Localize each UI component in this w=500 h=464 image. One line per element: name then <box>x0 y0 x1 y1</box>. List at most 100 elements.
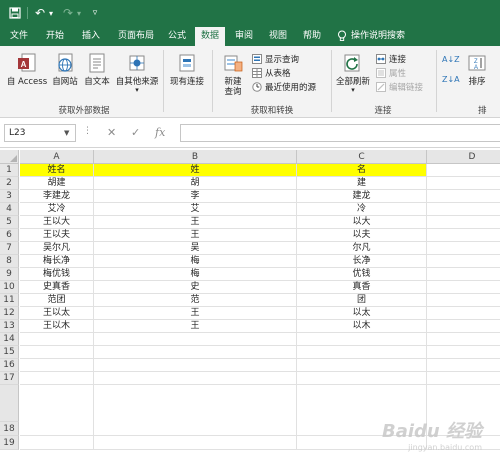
existing-connections-button[interactable]: 现有连接 <box>167 50 207 87</box>
cell-b18[interactable] <box>94 422 297 436</box>
cell-d11[interactable] <box>427 294 500 307</box>
from-access-button[interactable]: A 自 Access <box>6 50 48 87</box>
cell-b19[interactable] <box>94 436 297 450</box>
recent-sources-button[interactable]: 最近使用的源 <box>252 81 316 93</box>
from-text-button[interactable]: 自文本 <box>82 50 112 87</box>
tab-file[interactable]: 文件 <box>4 26 34 46</box>
redo-icon[interactable]: ↷ <box>61 3 75 23</box>
row-header[interactable]: 15 <box>0 346 19 359</box>
cell-c17[interactable] <box>297 372 427 385</box>
row-header[interactable]: 6 <box>0 229 19 242</box>
cell-c13[interactable]: 以木 <box>297 320 427 333</box>
cell-c15[interactable] <box>297 346 427 359</box>
cell-b11[interactable]: 范 <box>94 294 297 307</box>
cell-d2[interactable] <box>427 177 500 190</box>
cell-a5[interactable]: 王以大 <box>20 216 94 229</box>
cell-a1[interactable]: 姓名 <box>20 164 94 177</box>
cell-c6[interactable]: 以夫 <box>297 229 427 242</box>
name-box-dropdown-icon[interactable]: ▼ <box>64 124 69 142</box>
redo-dropdown-icon[interactable]: ▾ <box>75 3 83 23</box>
cell-b5[interactable]: 王 <box>94 216 297 229</box>
row-header[interactable]: 19 <box>0 436 19 450</box>
cell-b15[interactable] <box>94 346 297 359</box>
cell-a3[interactable]: 李建龙 <box>20 190 94 203</box>
cell-b17[interactable] <box>94 372 297 385</box>
tell-me-search[interactable]: 操作说明搜索 <box>337 26 405 46</box>
row-header[interactable]: 4 <box>0 203 19 216</box>
cell-b2[interactable]: 胡 <box>94 177 297 190</box>
tab-data[interactable]: 数据 <box>195 27 225 46</box>
new-query-button[interactable]: 新建 查询 <box>216 50 250 97</box>
row-header[interactable]: 11 <box>0 294 19 307</box>
cell-c9[interactable]: 优钱 <box>297 268 427 281</box>
column-header-a[interactable]: A <box>20 150 94 164</box>
undo-dropdown-icon[interactable]: ▾ <box>47 3 55 23</box>
cell-d5[interactable] <box>427 216 500 229</box>
edit-links-button[interactable]: 编辑链接 <box>376 81 423 93</box>
row-header[interactable]: 18 <box>0 422 19 436</box>
cell-b6[interactable]: 王 <box>94 229 297 242</box>
row-header[interactable]: 10 <box>0 281 19 294</box>
column-header-c[interactable]: C <box>297 150 427 164</box>
cell-c4[interactable]: 冷 <box>297 203 427 216</box>
tab-review[interactable]: 审阅 <box>229 26 259 46</box>
row-header[interactable]: 14 <box>0 333 19 346</box>
cell-d3[interactable] <box>427 190 500 203</box>
from-table-button[interactable]: 从表格 <box>252 67 291 79</box>
cell-d1[interactable] <box>427 164 500 177</box>
cell-b14[interactable] <box>94 333 297 346</box>
properties-button[interactable]: 属性 <box>376 67 406 79</box>
connections-button[interactable]: 连接 <box>376 53 406 65</box>
cell-b9[interactable]: 梅 <box>94 268 297 281</box>
cell-a12[interactable]: 王以太 <box>20 307 94 320</box>
cell-d15[interactable] <box>427 346 500 359</box>
row-header[interactable]: 8 <box>0 255 19 268</box>
cell-d10[interactable] <box>427 281 500 294</box>
cell-a18[interactable] <box>20 422 94 436</box>
row-header[interactable]: 3 <box>0 190 19 203</box>
cell-c2[interactable]: 建 <box>297 177 427 190</box>
save-icon[interactable] <box>6 3 24 23</box>
tab-home[interactable]: 开始 <box>40 26 70 46</box>
sort-ascending-button[interactable]: A↓Z <box>442 53 460 65</box>
tab-insert[interactable]: 插入 <box>76 26 106 46</box>
cell-a4[interactable]: 艾冷 <box>20 203 94 216</box>
row-header[interactable]: 9 <box>0 268 19 281</box>
cell-c7[interactable]: 尔凡 <box>297 242 427 255</box>
cell-d7[interactable] <box>427 242 500 255</box>
cell-c16[interactable] <box>297 359 427 372</box>
cell-a9[interactable]: 梅优钱 <box>20 268 94 281</box>
cell-a16[interactable] <box>20 359 94 372</box>
from-web-button[interactable]: 自网站 <box>50 50 80 87</box>
cell-d17[interactable] <box>427 372 500 385</box>
show-queries-button[interactable]: 显示查询 <box>252 53 299 65</box>
sort-button[interactable]: ZA 排序 <box>464 50 490 87</box>
row-header[interactable]: 2 <box>0 177 19 190</box>
cell-a19[interactable] <box>20 436 94 450</box>
cell-b3[interactable]: 李 <box>94 190 297 203</box>
cell-b13[interactable]: 王 <box>94 320 297 333</box>
cell-c8[interactable]: 长净 <box>297 255 427 268</box>
row-header[interactable]: 1 <box>0 164 19 177</box>
customize-icon[interactable]: ▿ <box>90 3 100 23</box>
cell-c1[interactable]: 名 <box>297 164 427 177</box>
cell-a7[interactable]: 吴尔凡 <box>20 242 94 255</box>
row-header[interactable]: 16 <box>0 359 19 372</box>
cell-a10[interactable]: 史真香 <box>20 281 94 294</box>
tab-page-layout[interactable]: 页面布局 <box>112 26 160 46</box>
row-header[interactable]: 12 <box>0 307 19 320</box>
insert-function-icon[interactable]: fx <box>155 125 165 141</box>
cell-d8[interactable] <box>427 255 500 268</box>
undo-icon[interactable]: ↶ <box>33 3 47 23</box>
formula-input[interactable] <box>180 124 500 142</box>
cell-a2[interactable]: 胡建 <box>20 177 94 190</box>
tab-help[interactable]: 帮助 <box>297 26 327 46</box>
cell-d9[interactable] <box>427 268 500 281</box>
cell-a13[interactable]: 王以木 <box>20 320 94 333</box>
tab-view[interactable]: 视图 <box>264 26 292 46</box>
sort-descending-button[interactable]: Z↓A <box>442 73 460 85</box>
cell-b1[interactable]: 姓 <box>94 164 297 177</box>
column-header-b[interactable]: B <box>94 150 297 164</box>
cell-c5[interactable]: 以大 <box>297 216 427 229</box>
refresh-all-button[interactable]: 全部刷新 ▾ <box>334 50 372 94</box>
